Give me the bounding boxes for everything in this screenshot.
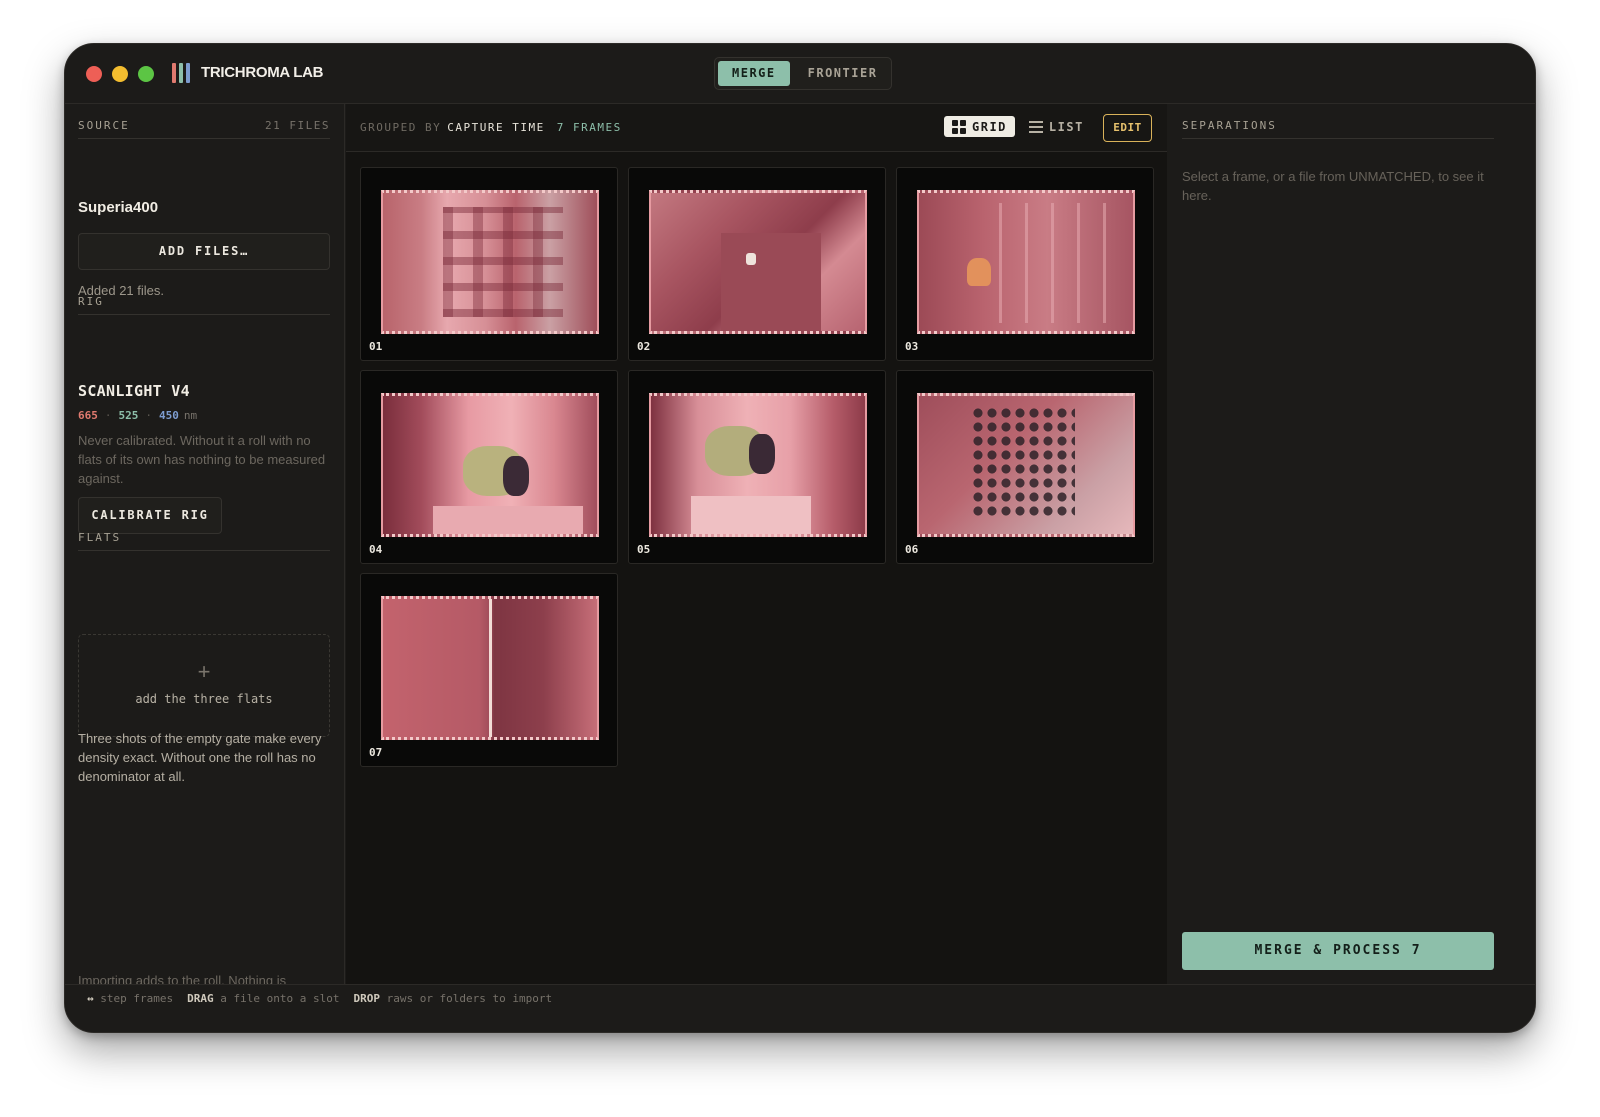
source-heading: SOURCE bbox=[78, 119, 130, 132]
logo-bar-red bbox=[172, 63, 176, 83]
app-window: TRICHROMA LAB MERGE FRONTIER SOURCE 21 F… bbox=[64, 43, 1536, 1033]
grid-view-button[interactable]: GRID bbox=[944, 116, 1015, 137]
separations-hint: Select a frame, or a file from UNMATCHED… bbox=[1182, 169, 1484, 203]
frame-count: 7 FRAMES bbox=[556, 121, 622, 134]
frame-number: 04 bbox=[369, 543, 383, 556]
hint-text: a file onto a slot bbox=[220, 992, 340, 1005]
frame-card[interactable]: 05 bbox=[628, 370, 886, 564]
flats-description: Three shots of the empty gate make every… bbox=[78, 731, 322, 784]
app-logo-icon bbox=[172, 63, 190, 85]
source-file-count: 21 FILES bbox=[265, 119, 330, 132]
logo-bar-blue bbox=[186, 63, 190, 83]
wavelength-blue: 450 bbox=[159, 409, 179, 422]
frame-number: 01 bbox=[369, 340, 383, 353]
frame-thumbnail bbox=[917, 190, 1135, 334]
rig-name: SCANLIGHT V4 bbox=[78, 382, 190, 400]
separations-heading: SEPARATIONS bbox=[1182, 119, 1277, 132]
edit-button[interactable]: EDIT bbox=[1103, 114, 1152, 142]
rig-calibration-note: Never calibrated. Without it a roll with… bbox=[78, 433, 326, 486]
wavelength-separator: · bbox=[145, 409, 152, 422]
frame-number: 07 bbox=[369, 746, 383, 759]
wavelength-red: 665 bbox=[78, 409, 98, 422]
grouped-by-value[interactable]: CAPTURE TIME bbox=[447, 121, 544, 134]
frame-card[interactable]: 07 bbox=[360, 573, 618, 767]
wavelength-unit: nm bbox=[183, 409, 198, 422]
hint-text: raws or folders to import bbox=[386, 992, 553, 1005]
close-window-button[interactable] bbox=[86, 66, 102, 82]
rig-wavelengths: 665 · 525 · 450 nm bbox=[78, 409, 197, 422]
grid-view-label: GRID bbox=[972, 119, 1007, 134]
app-title: TRICHROMA LAB bbox=[201, 64, 324, 81]
frame-thumbnail bbox=[649, 190, 867, 334]
frames-toolbar: GROUPED BY CAPTURE TIME 7 FRAMES GRID LIST… bbox=[346, 104, 1167, 152]
flats-drop-label: add the three flats bbox=[135, 692, 273, 706]
frame-thumbnail bbox=[381, 190, 599, 334]
frame-number: 03 bbox=[905, 340, 919, 353]
arrow-keys-icon: ↔ bbox=[87, 992, 94, 1005]
flats-heading: FLATS bbox=[78, 531, 122, 544]
minimize-window-button[interactable] bbox=[112, 66, 128, 82]
frame-card[interactable]: 03 bbox=[896, 167, 1154, 361]
keyboard-hints: ↔ step frames DRAG a file onto a slot DROP… bbox=[87, 992, 552, 1005]
view-toggle: GRID LIST bbox=[944, 116, 1092, 140]
hint-text: step frames bbox=[100, 992, 174, 1005]
frame-card[interactable]: 02 bbox=[628, 167, 886, 361]
source-section-header: SOURCE 21 FILES bbox=[78, 119, 330, 139]
separations-panel: SEPARATIONS Select a frame, or a file fr… bbox=[1168, 104, 1535, 984]
frames-area: GROUPED BY CAPTURE TIME 7 FRAMES GRID LIST… bbox=[346, 104, 1167, 984]
frame-card[interactable]: 06 bbox=[896, 370, 1154, 564]
list-icon bbox=[1028, 120, 1043, 133]
merge-process-button[interactable]: MERGE & PROCESS 7 bbox=[1182, 932, 1494, 970]
grid-icon bbox=[952, 119, 966, 134]
flats-section-header: FLATS bbox=[78, 531, 330, 551]
rig-heading: RIG bbox=[78, 295, 104, 308]
rig-section-header: RIG bbox=[78, 295, 330, 315]
grouped-by-label: GROUPED BY bbox=[360, 121, 442, 134]
grouping-info: GROUPED BY CAPTURE TIME 7 FRAMES bbox=[360, 121, 622, 134]
sidebar: SOURCE 21 FILES Superia400 ADD FILES… Ad… bbox=[65, 104, 345, 1007]
frame-number: 02 bbox=[637, 340, 651, 353]
frame-card[interactable]: 01 bbox=[360, 167, 618, 361]
wavelength-green: 525 bbox=[118, 409, 139, 422]
title-bar: TRICHROMA LAB MERGE FRONTIER bbox=[65, 44, 1535, 104]
status-bar: ↔ step frames DRAG a file onto a slot DROP… bbox=[65, 984, 1535, 1032]
wavelength-separator: · bbox=[104, 409, 112, 422]
separations-header: SEPARATIONS bbox=[1182, 119, 1494, 139]
frame-number: 05 bbox=[637, 543, 651, 556]
logo-bar-green bbox=[179, 63, 183, 83]
list-view-button[interactable]: LIST bbox=[1021, 116, 1092, 137]
frame-thumbnail bbox=[381, 393, 599, 537]
plus-icon: + bbox=[197, 659, 211, 684]
list-view-label: LIST bbox=[1048, 119, 1084, 134]
frame-thumbnail bbox=[649, 393, 867, 537]
flats-drop-zone[interactable]: + add the three flats bbox=[78, 634, 330, 737]
frame-thumbnail bbox=[381, 596, 599, 740]
add-files-button[interactable]: ADD FILES… bbox=[78, 233, 330, 270]
tab-frontier[interactable]: FRONTIER bbox=[794, 61, 892, 86]
frame-thumbnail bbox=[917, 393, 1135, 537]
tab-merge[interactable]: MERGE bbox=[718, 61, 790, 86]
zoom-window-button[interactable] bbox=[138, 66, 154, 82]
roll-name: Superia400 bbox=[78, 199, 159, 216]
frame-card[interactable]: 04 bbox=[360, 370, 618, 564]
frame-number: 06 bbox=[905, 543, 919, 556]
hint-key: DRAG bbox=[187, 992, 214, 1005]
mode-switcher: MERGE FRONTIER bbox=[714, 57, 892, 90]
calibrate-rig-button[interactable]: CALIBRATE RIG bbox=[78, 497, 222, 534]
hint-key: DROP bbox=[353, 992, 380, 1005]
